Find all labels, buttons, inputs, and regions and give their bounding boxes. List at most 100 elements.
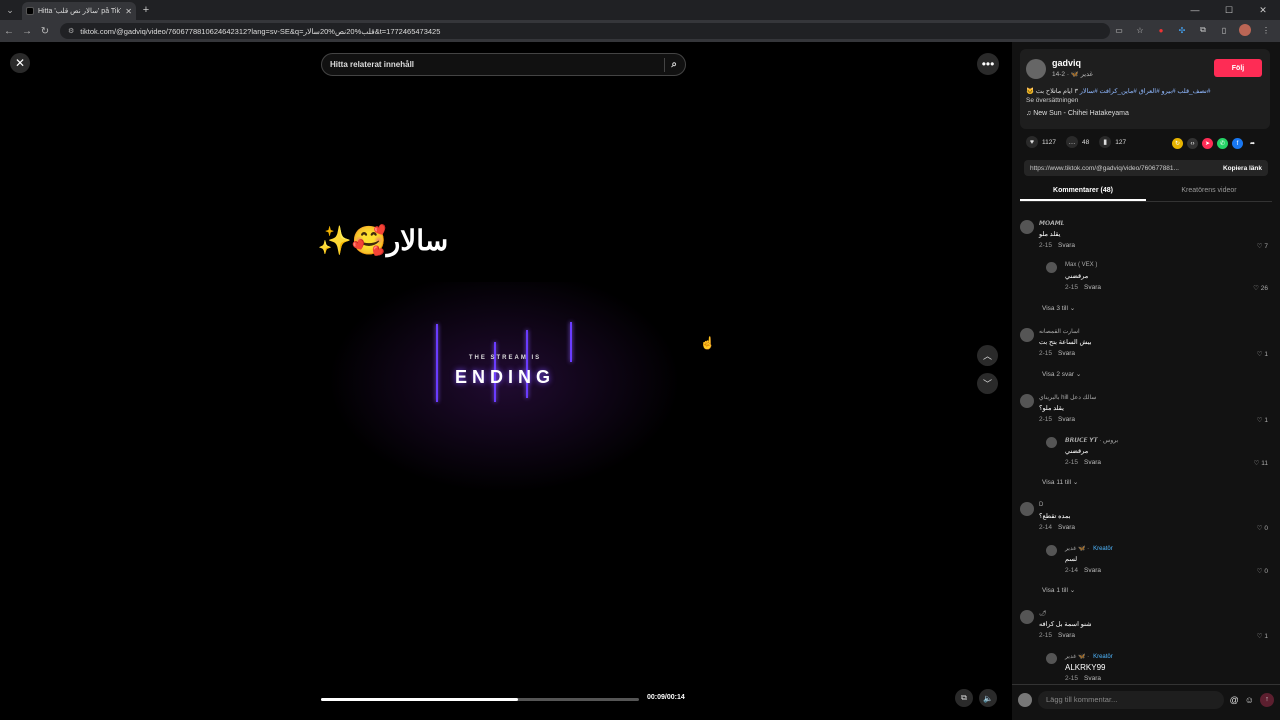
reply-button[interactable]: Svara (1084, 284, 1101, 291)
new-tab-icon[interactable]: + (136, 4, 156, 16)
comment-likes[interactable]: ♡ 1 (1257, 350, 1268, 358)
whatsapp-icon[interactable]: ✆ (1217, 138, 1228, 149)
comment-avatar[interactable] (1020, 610, 1034, 624)
comment-likes[interactable]: ♡ 1 (1257, 632, 1268, 640)
site-info-icon[interactable]: ⚙ (68, 27, 74, 35)
comment-avatar[interactable] (1046, 437, 1057, 448)
deco-line (436, 324, 438, 402)
extensions-puzzle-icon[interactable]: ⧉ (1197, 24, 1209, 36)
video-player[interactable]: Hitta relaterat innehåll ⌕ ✨🥰سالار THE S… (314, 42, 695, 720)
comment-likes[interactable]: ♡ 11 (1254, 459, 1268, 467)
comment-avatar[interactable] (1046, 653, 1057, 664)
search-icon[interactable]: ⌕ (671, 59, 677, 70)
comment-author[interactable]: غدير 🦋 · Kreatör (1065, 545, 1113, 552)
send-comment-icon[interactable]: ↑ (1260, 692, 1274, 707)
show-more-replies[interactable]: Visa 1 till ⌄ (1042, 586, 1075, 594)
comment-likes[interactable]: ♡ 7 (1257, 242, 1268, 250)
reply-button[interactable]: Svara (1058, 632, 1075, 639)
show-more-replies[interactable]: Visa 3 till ⌄ (1042, 304, 1075, 312)
share-arrow-icon[interactable]: ➦ (1247, 138, 1258, 149)
tab-creator-videos[interactable]: Kreatörens videor (1146, 184, 1272, 201)
comment-author[interactable]: 𝘽𝙍𝙐𝘾𝙀 𝙔𝙏 · بروس (1065, 437, 1118, 444)
comment-avatar[interactable] (1020, 394, 1034, 408)
volume-icon[interactable]: 🔈 (979, 689, 997, 707)
creator-avatar[interactable] (1026, 59, 1046, 79)
reply-button[interactable]: Svara (1058, 416, 1075, 423)
back-icon[interactable]: ← (0, 26, 18, 37)
embed-icon[interactable]: ‹› (1187, 138, 1198, 149)
comment-stat[interactable]: … 48 (1065, 136, 1089, 148)
browser-menu-icon[interactable]: ⋮ (1260, 24, 1272, 36)
reply-button[interactable]: Svara (1058, 350, 1075, 357)
browser-tab[interactable]: Hitta 'سالار نص قلب' på TikTok ✕ (22, 2, 136, 20)
see-translation-link[interactable]: Se översättningen (1026, 97, 1078, 104)
comment-avatar[interactable] (1046, 545, 1057, 556)
tab-close-icon[interactable]: ✕ (125, 7, 132, 16)
floating-player-icon[interactable]: ⧉ (955, 689, 973, 707)
reply-button[interactable]: Svara (1058, 242, 1075, 249)
comment-author[interactable]: اسارت القمصانه (1039, 328, 1080, 335)
star-icon[interactable]: ☆ (1134, 24, 1146, 36)
comment-avatar[interactable] (1020, 220, 1034, 234)
url-field[interactable]: ⚙ tiktok.com/@gadviq/video/7606778810624… (60, 23, 1110, 39)
reply-button[interactable]: Svara (1084, 567, 1101, 574)
next-video-icon[interactable]: ﹀ (977, 373, 998, 394)
previous-video-icon[interactable]: ︿ (977, 345, 998, 366)
maximize-icon[interactable]: ☐ (1212, 0, 1246, 20)
comment-item: اسارت القمصانه بيش الساعة بتح بت 2-15 Sva… (1020, 328, 1272, 358)
extension-translate-icon[interactable]: ✣ (1176, 24, 1188, 36)
tab-comments[interactable]: Kommentarer (48) (1020, 184, 1146, 201)
comment-author[interactable]: 🌶 (1039, 610, 1047, 617)
comment-avatar[interactable] (1020, 328, 1034, 342)
comment-author[interactable]: D (1039, 502, 1043, 508)
minimize-icon[interactable]: — (1178, 0, 1212, 20)
comment-avatar[interactable] (1046, 262, 1057, 273)
creator-badge: Kreatör (1093, 546, 1113, 552)
tab-search-icon[interactable]: ⌄ (0, 0, 20, 20)
send-to-friends-icon[interactable]: ➤ (1202, 138, 1213, 149)
show-more-replies[interactable]: Visa 2 svar ⌄ (1042, 370, 1081, 378)
close-video-button[interactable]: ✕ (10, 53, 30, 73)
comment-author[interactable]: غدير 🦋 · Kreatör (1065, 653, 1113, 660)
profile-avatar-icon[interactable] (1239, 24, 1251, 36)
more-options-icon[interactable]: ••• (977, 53, 999, 75)
like-stat[interactable]: ♥ 1127 (1026, 136, 1056, 148)
music-track[interactable]: ♫ New Sun - Chihei Hatakeyama (1026, 110, 1129, 117)
comments-list: 𝙈𝙊𝘼𝙈𝙇 يقلد ملو 2-15 Svara ♡ 7 Max ( VEX )… (1012, 212, 1280, 682)
related-search-input[interactable]: Hitta relaterat innehåll ⌕ (321, 53, 686, 76)
comment-author[interactable]: بالبريناي hill سالك دعل (1039, 394, 1096, 401)
add-comment-input[interactable]: Lägg till kommentar... (1038, 690, 1224, 709)
video-progress-bar[interactable] (321, 698, 639, 701)
mention-icon[interactable]: @ (1230, 695, 1239, 705)
extension-red-icon[interactable]: ● (1155, 24, 1167, 36)
show-more-replies[interactable]: Visa 11 till ⌄ (1042, 478, 1078, 486)
facebook-icon[interactable]: f (1232, 138, 1243, 149)
reply-button[interactable]: Svara (1058, 524, 1075, 531)
comment-date: 2-14 (1065, 567, 1079, 574)
copy-link-button[interactable]: Kopiera länk (1223, 165, 1262, 172)
reply-button[interactable]: Svara (1084, 459, 1101, 466)
sidebar-icon[interactable]: ▯ (1218, 24, 1230, 36)
reply-button[interactable]: Svara (1084, 675, 1101, 682)
video-description: #نصف_قلب #بيرو #العراق #ماين_كرافت #سالا… (1026, 87, 1266, 95)
comment-likes[interactable]: ♡ 26 (1253, 284, 1268, 292)
comment-likes[interactable]: ♡ 0 (1257, 524, 1268, 532)
cast-icon[interactable]: ▭ (1113, 24, 1125, 36)
comment-avatar[interactable] (1020, 502, 1034, 516)
comment-likes[interactable]: ♡ 1 (1257, 416, 1268, 424)
comment-likes[interactable]: ♡ 0 (1257, 567, 1268, 575)
emoji-icon[interactable]: ☺ (1245, 695, 1254, 705)
creator-username[interactable]: gadviq (1052, 58, 1081, 68)
stream-ending-text: ENDING (454, 367, 555, 387)
video-glow (314, 282, 695, 502)
comment-text: مرقضني (1065, 448, 1089, 455)
repost-icon[interactable]: ↻ (1172, 138, 1183, 149)
comment-author[interactable]: 𝙈𝙊𝘼𝙈𝙇 (1039, 220, 1065, 227)
window-close-icon[interactable]: ✕ (1246, 0, 1280, 20)
save-stat[interactable]: ▮ 127 (1099, 136, 1126, 148)
description-tags[interactable]: #نصف_قلب #بيرو #العراق #ماين_كرافت #سالا… (1080, 88, 1211, 95)
forward-icon[interactable]: → (18, 26, 36, 37)
reload-icon[interactable]: ↻ (36, 26, 54, 37)
comment-author[interactable]: Max ( VEX ) (1065, 262, 1097, 268)
follow-button[interactable]: Följ (1214, 59, 1262, 77)
